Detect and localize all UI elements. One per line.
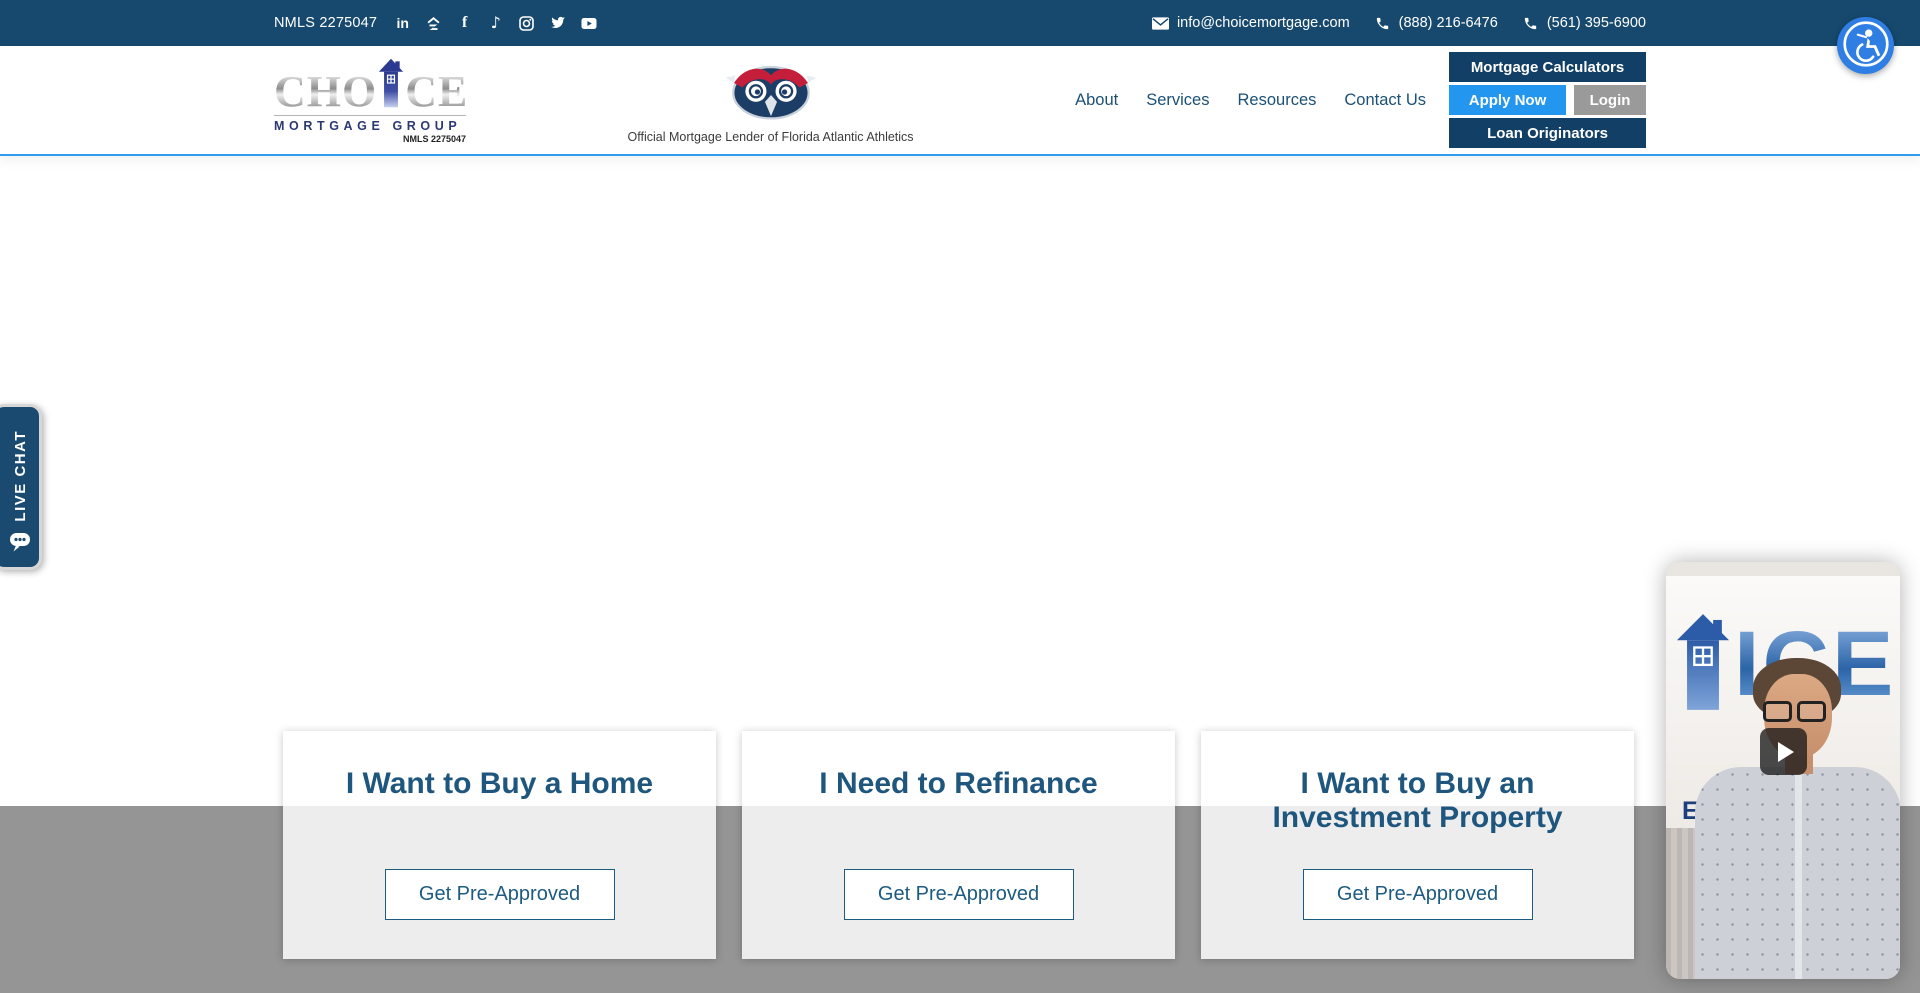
loan-originators-button[interactable]: Loan Originators [1449,118,1646,148]
phone-icon [1522,15,1539,32]
spokesperson-glasses [1763,701,1826,722]
header-action-buttons: Mortgage Calculators Apply Now Login Loa… [1449,52,1646,148]
youtube-icon[interactable] [580,15,597,32]
logo-text-left: CHO [274,71,377,113]
main-nav: About Services Resources Contact Us [1075,91,1426,110]
live-chat-tab[interactable]: LIVE CHAT [0,404,42,570]
choice-mortgage-logo[interactable]: CHO C [274,57,466,144]
phone-link-toll-free[interactable]: (888) 216-6476 [1374,15,1498,32]
card-refinance: I Need to Refinance Get Pre-Approved [742,731,1175,959]
card-buy-home: I Want to Buy a Home Get Pre-Approved [283,731,716,959]
mortgage-calculators-button[interactable]: Mortgage Calculators [1449,52,1646,82]
get-pre-approved-button-refinance[interactable]: Get Pre-Approved [844,869,1074,920]
twitter-icon[interactable] [549,15,566,32]
nav-about[interactable]: About [1075,91,1118,110]
zillow-icon[interactable] [425,15,442,32]
card-title: I Need to Refinance [782,767,1135,801]
nav-resources[interactable]: Resources [1238,91,1317,110]
nmls-number: NMLS 2275047 [274,15,377,31]
page: NMLS 2275047 in f ♪ [0,0,1920,993]
accessibility-wheelchair-icon [1842,20,1890,71]
sign-house-icon [1674,614,1732,715]
phone-icon [1374,15,1391,32]
phone-link-local[interactable]: (561) 395-6900 [1522,15,1646,32]
play-button[interactable] [1760,728,1807,775]
email-link[interactable]: info@choicemortgage.com [1152,15,1350,32]
fau-partnership-block: Official Mortgage Lender of Florida Atla… [466,57,1075,144]
nav-contact-us[interactable]: Contact Us [1344,91,1426,110]
logo-subtitle: MORTGAGE GROUP [274,119,466,133]
accessibility-widget-button[interactable] [1837,17,1894,74]
chat-bubble-icon [8,531,32,558]
fau-owl-logo [722,57,820,126]
live-chat-label: LIVE CHAT [12,430,29,522]
linkedin-icon[interactable]: in [394,15,411,32]
logo-nmls: NMLS 2275047 [274,134,466,144]
facebook-icon[interactable]: f [456,15,473,32]
nav-services[interactable]: Services [1146,91,1209,110]
instagram-icon[interactable] [518,15,535,32]
envelope-icon [1152,15,1169,32]
site-header: CHO C [0,46,1920,156]
login-button[interactable]: Login [1574,85,1646,115]
play-icon [1778,742,1794,762]
card-title: I Want to Buy a Home [323,767,676,801]
get-pre-approved-button-investment[interactable]: Get Pre-Approved [1303,869,1533,920]
tiktok-icon[interactable]: ♪ [487,15,504,32]
hero-section [0,156,1920,806]
card-title: I Want to Buy an Investment Property [1241,767,1594,834]
get-pre-approved-button-home[interactable]: Get Pre-Approved [385,869,615,920]
house-icon [378,57,404,114]
top-bar: NMLS 2275047 in f ♪ [0,0,1920,46]
cta-cards: I Want to Buy a Home Get Pre-Approved I … [283,731,1634,959]
logo-text-right: CE [405,71,468,113]
owl-caption: Official Mortgage Lender of Florida Atla… [628,130,914,144]
apply-now-button[interactable]: Apply Now [1449,85,1566,115]
shirt-placket [1795,772,1802,979]
card-investment: I Want to Buy an Investment Property Get… [1201,731,1634,959]
spokesperson-video-widget[interactable]: ICE E G U P [1666,562,1900,979]
social-icons: in f ♪ [394,15,597,32]
